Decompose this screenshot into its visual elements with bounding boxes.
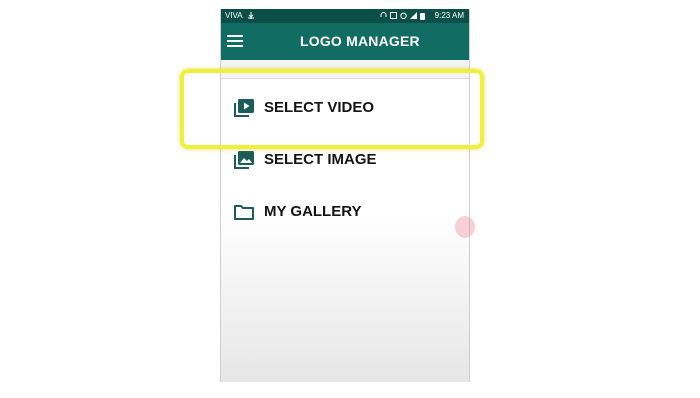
status-bar: VIVA 9:23 AM [221,9,469,23]
image-library-icon [234,151,254,169]
touch-indicator [455,216,475,238]
select-image-label: SELECT IMAGE [264,151,377,168]
my-gallery-label: MY GALLERY [264,203,362,220]
my-gallery-item[interactable]: MY GALLERY [221,192,469,232]
status-icons [380,12,417,19]
carrier-label: VIVA [225,11,243,20]
alarm-icon [400,12,407,19]
app-toolbar: LOGO MANAGER [221,23,469,60]
cast-icon [390,12,397,19]
phone-screen: VIVA 9:23 AM LOGO MANAGER SELECT VIDEO S… [220,9,470,382]
hamburger-menu-icon[interactable] [227,34,243,48]
folder-icon [234,205,254,220]
status-clock: 9:23 AM [434,11,464,20]
app-title: LOGO MANAGER [300,33,420,49]
battery-icon [420,13,425,20]
highlight-box [180,69,484,149]
usb-icon [248,12,254,19]
headset-icon [380,12,387,17]
signal-icon [410,12,417,19]
